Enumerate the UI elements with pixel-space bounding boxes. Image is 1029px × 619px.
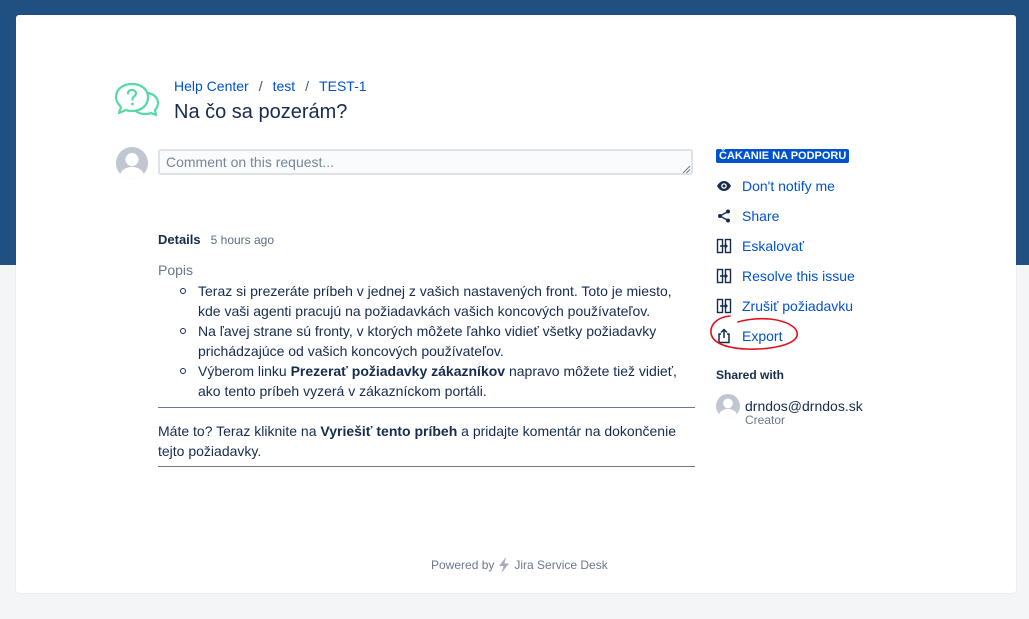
powered-by-text: Powered by — [431, 558, 495, 572]
breadcrumb-separator: / — [258, 78, 263, 94]
resize-grip-icon[interactable] — [682, 165, 691, 174]
jira-service-desk-logo-icon — [499, 557, 510, 573]
description-item: Na ľavej strane sú fronty, v ktorých môž… — [158, 321, 698, 361]
request-card: Help Center / test / TEST-1 Na čo sa poz… — [16, 15, 1016, 593]
footer: Powered by Jira Service Desk — [431, 557, 608, 573]
breadcrumb-project[interactable]: test — [273, 78, 296, 94]
action-label: Eskalovať — [742, 238, 805, 254]
resolve-story-emphasis: Vyriešiť tento príbeh — [320, 423, 458, 439]
shared-with-title: Shared with — [716, 368, 785, 382]
details-timestamp: 5 hours ago — [210, 233, 275, 247]
participant-role: Creator — [745, 413, 786, 427]
divider — [158, 466, 695, 467]
participant-email: drndos@drndos.sk — [745, 398, 863, 414]
action-escalate[interactable]: Eskalovať — [716, 231, 855, 261]
view-customer-requests-emphasis: Prezerať požiadavky zákazníkov — [290, 363, 506, 379]
description-list: Teraz si prezeráte príbeh v jednej z vaš… — [158, 281, 698, 401]
description-item-text: Teraz si prezeráte príbeh v jednej z vaš… — [198, 283, 672, 319]
default-avatar-icon — [116, 147, 148, 179]
closing-text: Máte to? Teraz kliknite na — [158, 423, 321, 439]
page-title: Na čo sa pozerám? — [174, 101, 348, 123]
comment-input[interactable] — [158, 149, 693, 175]
description-item: Výberom linku Prezerať požiadavky zákazn… — [158, 361, 698, 401]
help-center-logo-icon — [114, 82, 160, 117]
breadcrumb-issue-key[interactable]: TEST-1 — [319, 78, 366, 94]
closing-paragraph: Máte to? Teraz kliknite na Vyriešiť tent… — [158, 421, 693, 461]
share-icon — [716, 208, 732, 224]
details-title: Details — [158, 232, 201, 247]
breadcrumb-help-center[interactable]: Help Center — [174, 78, 249, 94]
divider — [158, 407, 695, 408]
action-label: Share — [742, 208, 780, 224]
action-resolve[interactable]: Resolve this issue — [716, 261, 855, 291]
details-header: Details 5 hours ago — [158, 232, 274, 247]
breadcrumb: Help Center / test / TEST-1 — [174, 78, 367, 94]
annotation-circle-icon — [710, 315, 798, 350]
status-badge: ČAKANIE NA PODPORU — [716, 149, 850, 163]
participant-avatar — [716, 394, 740, 418]
description-label: Popis — [158, 262, 194, 278]
breadcrumb-separator: / — [305, 78, 310, 94]
default-avatar-icon — [716, 394, 740, 418]
description-item-text: Výberom linku — [198, 363, 291, 379]
description-item-text: Na ľavej strane sú fronty, v ktorých môž… — [198, 323, 657, 359]
transition-icon — [716, 238, 732, 254]
transition-icon — [716, 268, 732, 284]
action-label: Don't notify me — [742, 178, 835, 194]
jira-service-desk-link[interactable]: Jira Service Desk — [514, 558, 607, 572]
eye-icon — [716, 178, 732, 194]
action-dont-notify[interactable]: Don't notify me — [716, 171, 855, 201]
description-item: Teraz si prezeráte príbeh v jednej z vaš… — [158, 281, 698, 321]
user-avatar — [116, 147, 148, 179]
action-share[interactable]: Share — [716, 201, 855, 231]
action-label: Resolve this issue — [742, 268, 855, 284]
